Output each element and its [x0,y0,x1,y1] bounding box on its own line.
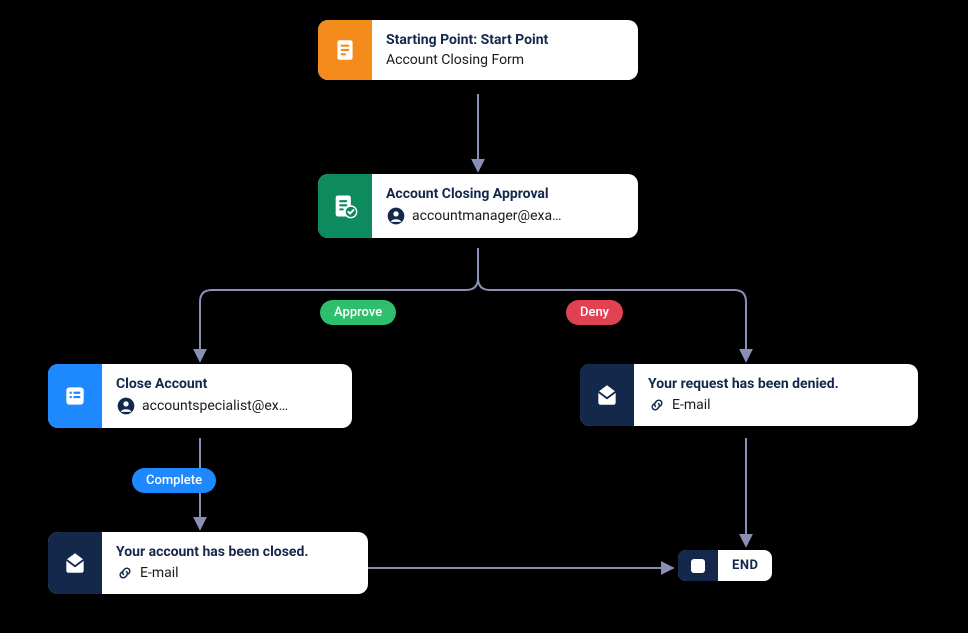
node-subtitle: E-mail [648,396,902,414]
stop-icon [678,550,718,581]
node-title: Your account has been closed. [116,544,352,560]
node-title: Starting Point: Start Point [386,32,622,48]
person-icon [386,206,406,226]
node-denied[interactable]: Your request has been denied. E-mail [580,364,918,426]
node-start[interactable]: Starting Point: Start Point Account Clos… [318,20,638,80]
mail-icon [580,364,634,426]
task-icon [48,364,102,428]
node-end[interactable]: END [678,550,772,581]
person-icon [116,396,136,416]
node-subtitle: Account Closing Form [386,52,622,68]
node-closed[interactable]: Your account has been closed. E-mail [48,532,368,594]
node-title: Close Account [116,376,336,392]
link-icon [648,396,666,414]
node-approval[interactable]: Account Closing Approval accountmanager@… [318,174,638,238]
node-close-account[interactable]: Close Account accountspecialist@ex… [48,364,352,428]
node-title: Account Closing Approval [386,186,622,202]
link-icon [116,564,134,582]
approval-icon [318,174,372,238]
pill-deny[interactable]: Deny [566,300,623,325]
pill-complete[interactable]: Complete [132,468,216,493]
mail-icon [48,532,102,594]
node-subtitle: accountspecialist@ex… [116,396,336,416]
form-icon [318,20,372,80]
node-subtitle: E-mail [116,564,352,582]
pill-approve[interactable]: Approve [320,300,396,325]
node-title: Your request has been denied. [648,376,902,392]
node-subtitle: accountmanager@exa… [386,206,622,226]
end-label: END [718,550,772,581]
